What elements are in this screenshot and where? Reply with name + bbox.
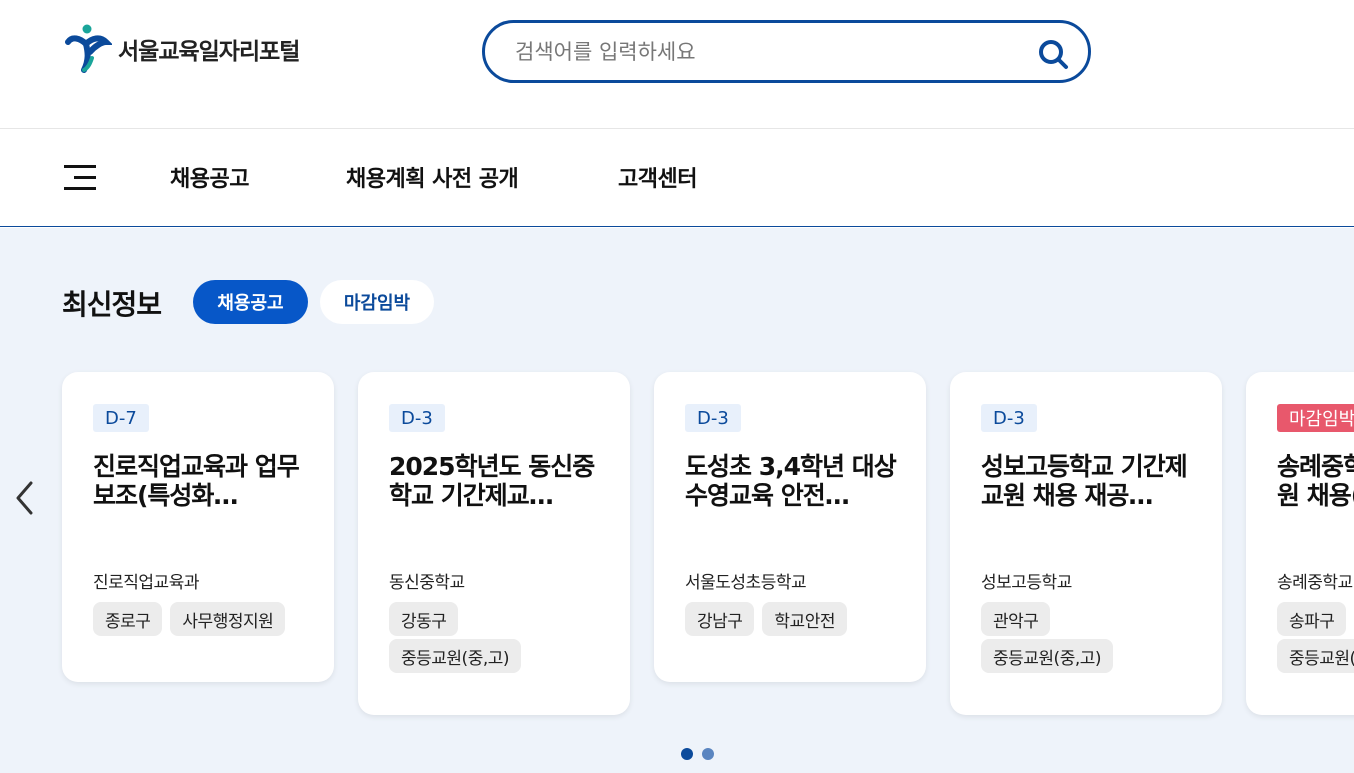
tag-list: 관악구 중등교원(중,고) [981,602,1141,673]
job-card[interactable]: D-3 도성초 3,4학년 대상 수영교육 안전… 서울도성초등학교 강남구 학… [654,372,926,682]
nav-item-customer-center[interactable]: 고객센터 [618,161,697,193]
tag-list: 강남구 학교안전 [685,602,910,636]
main-nav: 채용공고 채용계획 사전 공개 고객센터 [0,130,1354,227]
site-header: 서울교육일자리포털 [0,0,1354,129]
site-logo[interactable]: 서울교육일자리포털 [62,24,300,74]
category-tag: 학교안전 [762,602,847,636]
pagination-dot-active[interactable] [681,748,693,760]
dday-badge: D-3 [981,404,1037,432]
logo-text: 서울교육일자리포털 [118,39,300,65]
search-input[interactable] [515,37,1015,67]
dday-badge: D-7 [93,404,149,432]
category-tag: 중등교원(중,고) [1277,639,1354,673]
job-title[interactable]: 2025학년도 동신중학교 기간제교… [389,452,601,510]
tab-closing-soon[interactable]: 마감임박 [320,280,434,324]
search-icon[interactable] [1036,37,1070,71]
category-tag: 중등교원(중,고) [981,639,1114,673]
job-title[interactable]: 진로직업교육과 업무 보조(특성화… [93,452,305,510]
tab-jobs[interactable]: 채용공고 [193,280,308,324]
job-org: 송례중학교 [1277,573,1353,593]
dday-badge-urgent: 마감임박 [1277,404,1354,432]
job-title[interactable]: 성보고등학교 기간제교원 채용 재공… [981,452,1193,510]
tag-list: 송파구 중등교원(중,고) [1277,602,1354,673]
job-org: 서울도성초등학교 [685,573,807,593]
region-tag: 종로구 [93,602,163,636]
category-tag: 중등교원(중,고) [389,639,522,673]
dday-badge: D-3 [389,404,445,432]
job-card[interactable]: D-7 진로직업교육과 업무 보조(특성화… 진로직업교육과 종로구 사무행정지… [62,372,334,682]
region-tag: 강동구 [389,602,459,636]
search-bar [482,20,1091,83]
latest-section: 최신정보 채용공고 마감임박 D-7 진로직업교육과 업무 보조(특성화… 진로… [0,228,1354,773]
section-title: 최신정보 [62,288,162,321]
job-title[interactable]: 도성초 3,4학년 대상 수영교육 안전… [685,452,897,510]
job-org: 동신중학교 [389,573,465,593]
job-card[interactable]: 마감임박 송례중학교 기간제교원 채용(교… 송례중학교 송파구 중등교원(중,… [1246,372,1354,715]
job-card[interactable]: D-3 2025학년도 동신중학교 기간제교… 동신중학교 강동구 중등교원(중… [358,372,630,715]
chevron-left-icon[interactable] [12,478,38,518]
job-org: 진로직업교육과 [93,573,199,593]
region-tag: 관악구 [981,602,1051,636]
job-title[interactable]: 송례중학교 기간제교원 채용(교… [1277,452,1354,510]
carousel-pagination [681,748,714,760]
pagination-dot[interactable] [702,748,714,760]
region-tag: 송파구 [1277,602,1347,636]
tag-list: 종로구 사무행정지원 [93,602,318,636]
job-card[interactable]: D-3 성보고등학교 기간제교원 채용 재공… 성보고등학교 관악구 중등교원(… [950,372,1222,715]
job-org: 성보고등학교 [981,573,1072,593]
tag-list: 강동구 중등교원(중,고) [389,602,549,673]
region-tag: 강남구 [685,602,755,636]
nav-item-hiring-plan[interactable]: 채용계획 사전 공개 [346,161,519,193]
category-tag: 사무행정지원 [170,602,286,636]
dday-badge: D-3 [685,404,741,432]
nav-item-jobs[interactable]: 채용공고 [170,161,249,193]
hamburger-menu-icon[interactable] [64,163,96,191]
seoul-education-logo-icon [65,24,112,73]
